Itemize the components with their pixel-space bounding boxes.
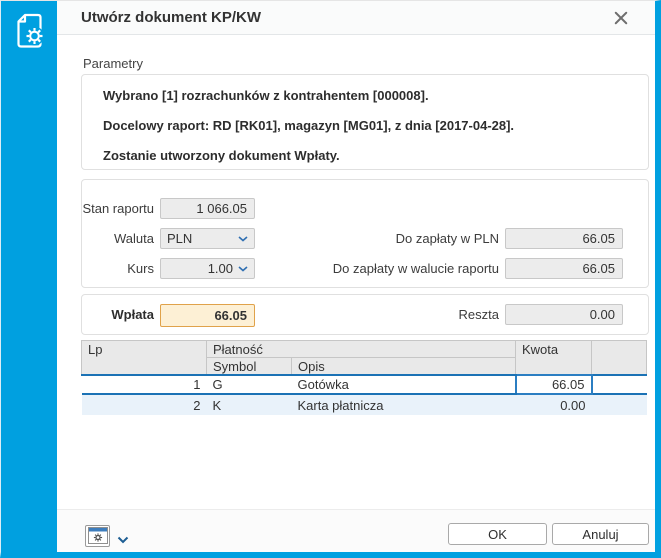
cell-extra <box>591 394 647 415</box>
waluta-select[interactable]: PLN <box>160 228 255 249</box>
window-gear-icon <box>88 527 108 544</box>
dialog-titlebar: Utwórz dokument KP/KW <box>57 1 655 35</box>
chevron-down-icon <box>238 265 248 272</box>
cell-lp[interactable]: 1 <box>81 374 207 395</box>
header-platnosc: Płatność <box>206 340 516 358</box>
dialog-title: Utwórz dokument KP/KW <box>81 9 261 26</box>
kurs-value: 1.00 <box>207 261 233 276</box>
payment-box: Wpłata 66.05 Reszta 0.00 <box>81 294 649 335</box>
parameters-group-label: Parametry <box>83 56 143 71</box>
summary-line-selection: Wybrano [1] rozrachunków z kontrahentem … <box>103 88 429 103</box>
reszta-field: 0.00 <box>505 304 623 325</box>
create-kpkw-dialog: Utwórz dokument KP/KW Parametry Wybrano … <box>0 0 661 558</box>
header-opis: Opis <box>291 357 516 376</box>
cell-extra <box>591 374 647 395</box>
summary-line-target-report: Docelowy raport: RD [RK01], magazyn [MG0… <box>103 118 515 133</box>
cell-lp[interactable]: 2 <box>81 394 207 415</box>
header-lp: Lp <box>81 340 207 376</box>
cell-opis[interactable]: Gotówka <box>291 374 516 395</box>
stan-raportu-label: Stan raportu <box>82 201 154 216</box>
kwota-editor-cell[interactable]: 66.05 <box>514 374 593 395</box>
table-row-karta[interactable]: 2 K Karta płatnicza 0.00 <box>81 394 647 415</box>
wplata-label: Wpłata <box>111 307 154 322</box>
cell-symbol[interactable]: G <box>206 374 292 395</box>
stan-raportu-row: Stan raportu 1 066.05 <box>82 198 648 219</box>
cancel-button[interactable]: Anuluj <box>552 523 649 545</box>
chevron-down-icon <box>238 235 248 242</box>
waluta-label: Waluta <box>114 231 154 246</box>
document-gear-icon <box>17 13 44 48</box>
settings-button[interactable] <box>85 525 110 547</box>
dialog-accent-sidebar <box>1 1 57 552</box>
table-row-gotowka[interactable]: 1 G Gotówka 66.05 <box>81 374 647 395</box>
settings-expand-chevron[interactable] <box>117 531 129 549</box>
header-kwota: Kwota <box>515 340 592 376</box>
do-zaplaty-walucie-field: 66.05 <box>505 258 623 279</box>
header-extra <box>591 340 647 376</box>
waluta-value: PLN <box>167 231 193 246</box>
kurs-select[interactable]: 1.00 <box>160 258 255 279</box>
do-zaplaty-walucie-label: Do zapłaty w walucie raportu <box>332 261 499 276</box>
header-symbol: Symbol <box>206 357 292 376</box>
close-icon[interactable] <box>614 11 628 25</box>
waluta-row: Waluta PLN Do zapłaty w PLN 66.05 <box>82 228 648 249</box>
do-zaplaty-pln-field: 66.05 <box>505 228 623 249</box>
summary-box: Wybrano [1] rozrachunków z kontrahentem … <box>81 74 649 170</box>
stan-raportu-field: 1 066.05 <box>160 198 255 219</box>
reszta-label: Reszta <box>458 307 499 322</box>
wplata-row: Wpłata 66.05 Reszta 0.00 <box>82 304 648 327</box>
dialog-footer: OK Anuluj <box>57 509 655 552</box>
cell-kwota[interactable]: 0.00 <box>515 394 592 415</box>
fields-box: Stan raportu 1 066.05 Waluta PLN Do zapł… <box>81 179 649 288</box>
ok-button[interactable]: OK <box>448 523 547 545</box>
table-header-row-1: Lp Płatność Kwota <box>81 340 647 376</box>
do-zaplaty-pln-label: Do zapłaty w PLN <box>395 231 499 246</box>
cell-opis[interactable]: Karta płatnicza <box>291 394 516 415</box>
kurs-row: Kurs 1.00 Do zapłaty w walucie raportu 6… <box>82 258 648 279</box>
summary-line-document-type: Zostanie utworzony dokument Wpłaty. <box>103 148 340 163</box>
chevron-down-icon <box>117 536 129 544</box>
kurs-label: Kurs <box>127 261 154 276</box>
cell-symbol[interactable]: K <box>206 394 292 415</box>
payments-table: Lp Płatność Kwota Symbol Opis 1 G Gotówk… <box>81 340 647 415</box>
wplata-input[interactable]: 66.05 <box>160 304 255 327</box>
dialog-content: Parametry Wybrano [1] rozrachunków z kon… <box>57 36 655 509</box>
